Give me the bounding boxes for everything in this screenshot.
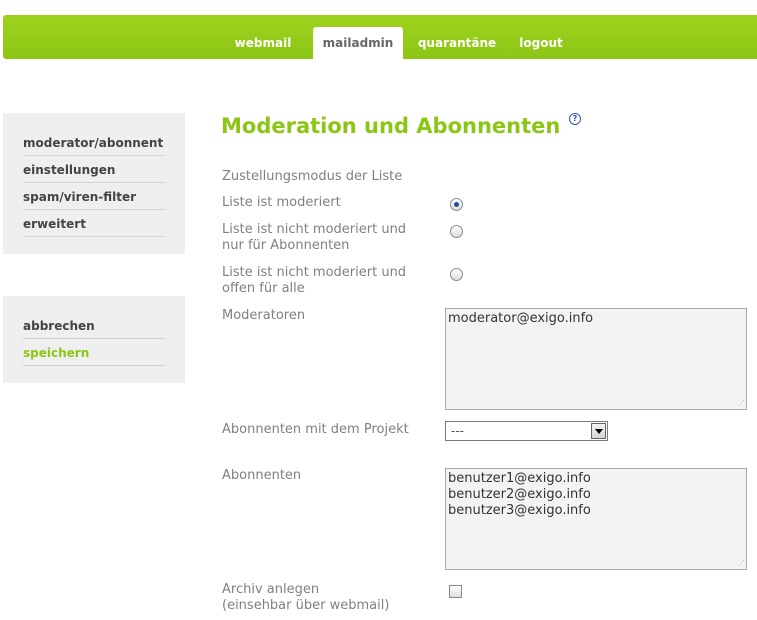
page-title: Moderation und Abonnenten [221, 114, 561, 138]
project-subscribers-label: Abonnenten mit dem Projekt [222, 422, 409, 437]
nav-tab-mailadmin[interactable]: mailadmin [313, 27, 403, 60]
project-select-value: --- [451, 424, 464, 438]
moderators-textarea[interactable]: moderator@exigo.info [445, 308, 747, 410]
subscribers-label: Abonnenten [222, 468, 302, 483]
subscribers-textarea[interactable]: benutzer1@exigo.info benutzer2@exigo.inf… [445, 468, 747, 570]
radio-label-moderated: Liste ist moderiert [222, 195, 341, 210]
radio-subscribers-only[interactable] [450, 225, 463, 238]
sidebar-item-erweitert[interactable]: erweitert [23, 210, 165, 237]
sidebar-item-spam-viren-filter[interactable]: spam/viren-filter [23, 183, 165, 210]
delivery-mode-label: Zustellungsmodus der Liste [222, 169, 403, 184]
resize-grip-icon[interactable]: ⋰ [737, 559, 745, 567]
nav-tab-webmail[interactable]: webmail [225, 27, 301, 60]
top-navigation-bar: webmail mailadmin quarantäne logout [3, 15, 757, 60]
radio-open-for-all[interactable] [450, 268, 463, 281]
project-select[interactable]: --- [445, 421, 608, 441]
radio-moderated[interactable] [450, 198, 463, 211]
sidebar-item-einstellungen[interactable]: einstellungen [23, 156, 165, 183]
archive-label: Archiv anlegen (einsehbar über webmail) [222, 582, 389, 614]
sidebar-actions: abbrechen speichern [3, 296, 185, 383]
archive-label-line2: (einsehbar über webmail) [222, 598, 390, 613]
sidebar-item-moderator-abonnent[interactable]: moderator/abonnent [23, 129, 165, 156]
radio-label-open-for-all: Liste ist nicht moderiert und offen für … [222, 265, 407, 296]
nav-tab-logout[interactable]: logout [509, 27, 573, 60]
nav-tab-quarantaene[interactable]: quarantäne [407, 27, 507, 60]
chevron-down-icon[interactable] [591, 423, 606, 439]
moderators-label: Moderatoren [222, 308, 306, 323]
radio-label-subscribers-only: Liste ist nicht moderiert und nur für Ab… [222, 222, 407, 253]
sidebar-menu: moderator/abonnent einstellungen spam/vi… [3, 113, 185, 254]
archive-label-line1: Archiv anlegen [222, 582, 320, 597]
archive-checkbox[interactable] [449, 585, 462, 598]
help-icon[interactable]: ? [569, 113, 581, 125]
save-button[interactable]: speichern [23, 339, 165, 366]
cancel-button[interactable]: abbrechen [23, 312, 165, 339]
resize-grip-icon[interactable]: ⋰ [737, 399, 745, 407]
